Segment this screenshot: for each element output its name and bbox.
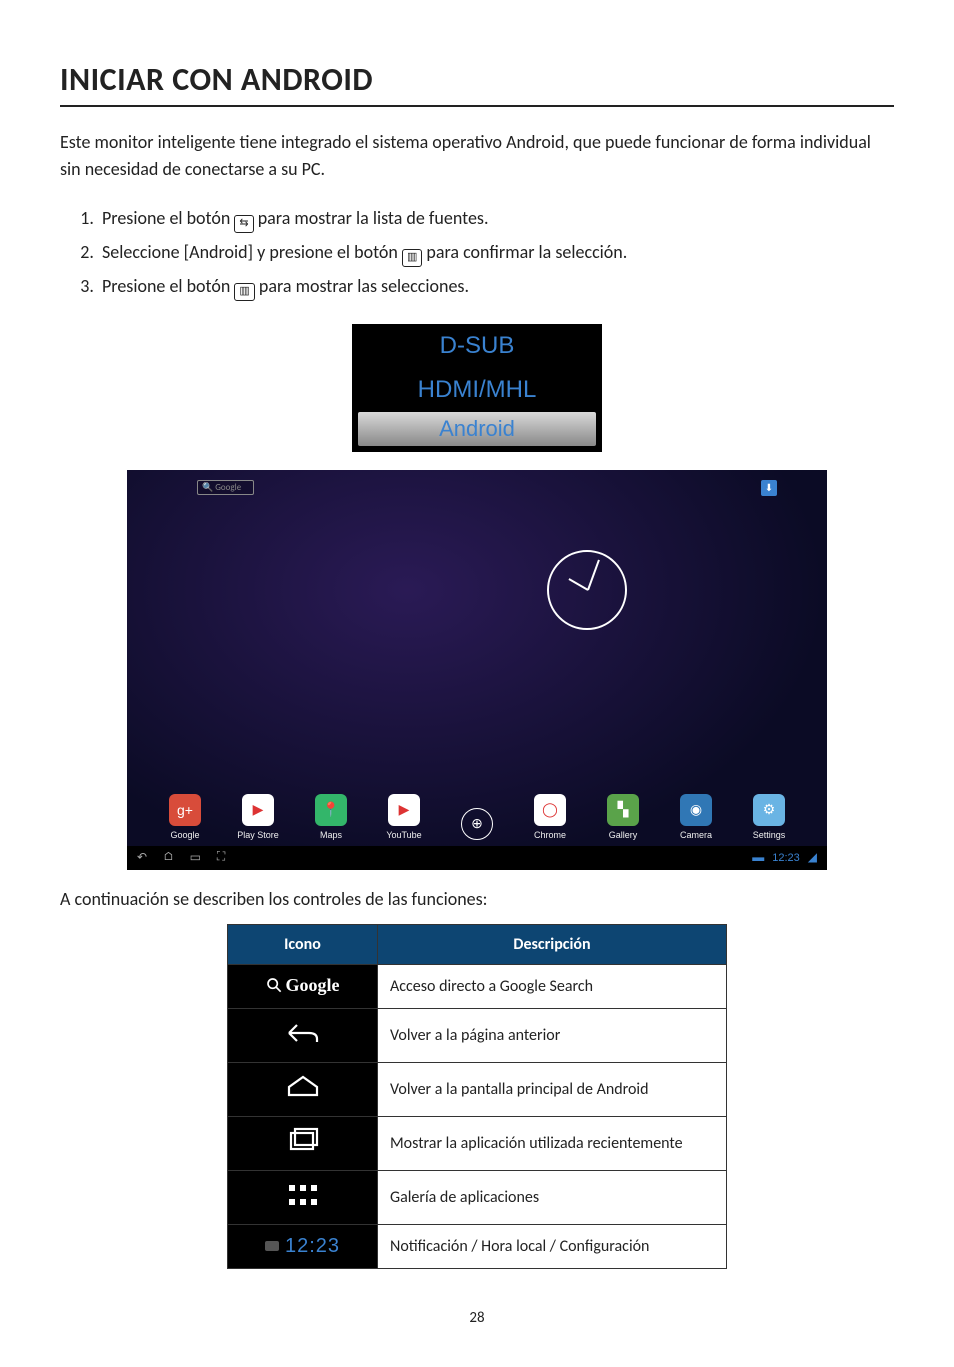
table-row: Google Acceso directo a Google Search (228, 964, 727, 1009)
maps-icon[interactable]: 📍 Maps (303, 794, 359, 840)
back-icon (283, 1019, 323, 1047)
step-text: para mostrar la lista de fuentes. (258, 207, 489, 229)
back-icon[interactable]: ↶ (137, 850, 147, 865)
table-caption: A continuación se describen los controle… (60, 888, 894, 910)
screenshot-icon[interactable]: ⛶ (217, 850, 225, 865)
menu-button-icon: ▥ (402, 249, 422, 267)
table-row: Mostrar la aplicación utilizada reciente… (228, 1117, 727, 1171)
search-placeholder: Google (215, 482, 241, 493)
recent-apps-icon (283, 1127, 323, 1155)
dock-label: Maps (320, 830, 342, 840)
clock-widget[interactable] (547, 550, 627, 630)
android-home-screenshot: 🔍 Google ⬇ g+ Google ▶ Play Store 📍 Maps ▶ YouT… (127, 470, 827, 870)
step-1: Presione el botón ⇆ para mostrar la list… (98, 201, 894, 235)
home-icon[interactable]: ⌂ (163, 850, 174, 865)
recent-icon[interactable]: ▭ (190, 850, 201, 865)
dock-label: Play Store (237, 830, 279, 840)
description-cell: Mostrar la aplicación utilizada reciente… (378, 1117, 727, 1171)
status-time[interactable]: 12:23 (772, 852, 800, 864)
icon-cell (228, 1117, 378, 1171)
dock-label: Gallery (609, 830, 638, 840)
navigation-bar: ↶ ⌂ ▭ ⛶ ▬ 12:23 ◢ (127, 846, 827, 870)
menu-button-icon: ▥ (234, 283, 254, 301)
settings-icon[interactable]: ⚙ Settings (741, 794, 797, 840)
description-cell: Notificación / Hora local / Configuració… (378, 1225, 727, 1269)
page-title: INICIAR CON ANDROID (60, 60, 894, 107)
gallery-icon[interactable]: ▚ (607, 794, 639, 826)
wifi-icon: ◢ (808, 850, 817, 865)
source-menu: D-SUB HDMI/MHL Android (352, 324, 602, 452)
chrome-icon[interactable]: ◯ (534, 794, 566, 826)
google-plus-icon[interactable]: g+ (169, 794, 201, 826)
apps-grid-icon (283, 1181, 323, 1209)
table-header-icon: Icono (228, 924, 378, 964)
camera-icon[interactable]: ◉ Camera (668, 794, 724, 840)
step-text: Presione el botón (102, 207, 234, 229)
icon-cell (228, 1171, 378, 1225)
table-row: Galería de aplicaciones (228, 1171, 727, 1225)
voice-search-icon[interactable]: ⬇ (761, 480, 777, 496)
step-text: para confirmar la selección. (426, 241, 627, 263)
step-2: Seleccione [Android] y presione el botón… (98, 235, 894, 269)
source-item-dsub[interactable]: D-SUB (352, 324, 602, 368)
intro-text: Este monitor inteligente tiene integrado… (60, 129, 894, 183)
icon-cell: Google (228, 964, 378, 1009)
settings-icon[interactable]: ⚙ (753, 794, 785, 826)
time-display: 12:23 (285, 1235, 340, 1257)
page-number: 28 (60, 1309, 894, 1327)
source-item-android[interactable]: Android (358, 412, 596, 446)
chrome-icon[interactable]: ◯ Chrome (522, 794, 578, 840)
apps-icon[interactable]: ⊕ (449, 808, 505, 840)
dock-label: YouTube (386, 830, 421, 840)
table-row: Volver a la página anterior (228, 1009, 727, 1063)
youtube-icon[interactable]: ▶ (388, 794, 420, 826)
icon-cell (228, 1009, 378, 1063)
apps-icon[interactable]: ⊕ (461, 808, 493, 840)
youtube-icon[interactable]: ▶ YouTube (376, 794, 432, 840)
play-store-icon[interactable]: ▶ Play Store (230, 794, 286, 840)
table-row: Volver a la pantalla principal de Androi… (228, 1063, 727, 1117)
camera-icon[interactable]: ◉ (680, 794, 712, 826)
step-3: Presione el botón ▥ para mostrar las sel… (98, 269, 894, 303)
description-cell: Acceso directo a Google Search (378, 964, 727, 1009)
maps-icon[interactable]: 📍 (315, 794, 347, 826)
table-header-desc: Descripción (378, 924, 727, 964)
gallery-icon[interactable]: ▚ Gallery (595, 794, 651, 840)
play-store-icon[interactable]: ▶ (242, 794, 274, 826)
icon-cell (228, 1063, 378, 1117)
search-input[interactable]: 🔍 Google (197, 480, 254, 495)
description-cell: Volver a la pantalla principal de Androi… (378, 1063, 727, 1117)
description-cell: Volver a la página anterior (378, 1009, 727, 1063)
step-text: Seleccione [Android] y presione el botón (102, 241, 402, 263)
step-text: para mostrar las selecciones. (259, 275, 469, 297)
dock-label: Google (170, 830, 199, 840)
icon-description-table: Icono Descripción Google Acceso directo a… (227, 924, 727, 1270)
source-button-icon: ⇆ (234, 215, 253, 233)
step-text: Presione el botón (102, 275, 234, 297)
notification-icon (265, 1241, 279, 1251)
steps-list: Presione el botón ⇆ para mostrar la list… (60, 201, 894, 304)
icon-cell: 12:23 (228, 1225, 378, 1269)
battery-icon: ▬ (752, 850, 764, 865)
home-icon (283, 1073, 323, 1101)
google-plus-icon[interactable]: g+ Google (157, 794, 213, 840)
description-cell: Galería de aplicaciones (378, 1171, 727, 1225)
dock-label: Settings (753, 830, 786, 840)
source-item-hdmi[interactable]: HDMI/MHL (352, 368, 602, 412)
google-search-icon: Google (266, 975, 340, 996)
app-dock: g+ Google ▶ Play Store 📍 Maps ▶ YouTube ⊕ ◯ Chrome… (157, 794, 797, 840)
table-row: 12:23 Notificación / Hora local / Configu… (228, 1225, 727, 1269)
dock-label: Camera (680, 830, 712, 840)
dock-label: Chrome (534, 830, 566, 840)
